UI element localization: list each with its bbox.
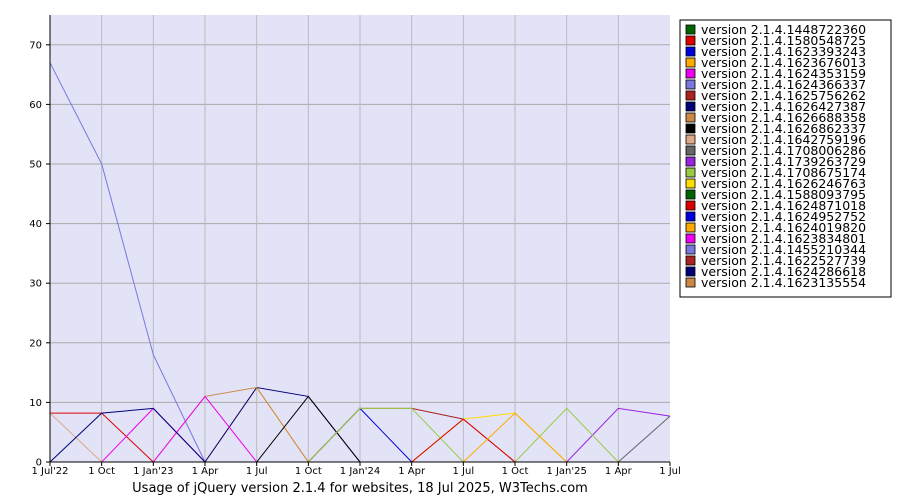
x-tick-label: 1 Apr [192, 466, 220, 477]
legend-swatch [685, 178, 696, 189]
x-tick-label: 1 Oct [502, 466, 529, 477]
legend-swatch [685, 123, 696, 134]
legend-swatch [685, 112, 696, 123]
x-tick-labels: 1 Jul'22 1 Oct 1 Jan'23 1 Apr 1 Jul 1 Oct 1 Ja… [31, 462, 681, 477]
x-tick-label: 1 Apr [398, 466, 426, 477]
legend-swatch [685, 35, 696, 46]
x-tick-label: 1 Jan'24 [340, 466, 380, 477]
x-tick-label: 1 Apr [605, 466, 633, 477]
legend-swatch [685, 24, 696, 35]
legend-swatch [685, 68, 696, 79]
legend-label: version 2.1.4.1623135554 [701, 275, 866, 290]
legend-swatch [685, 90, 696, 101]
legend-swatch [685, 79, 696, 90]
y-tick-labels: 010203040506070 [29, 40, 50, 469]
legend-swatch [685, 233, 696, 244]
x-tick-label: 1 Jan'25 [546, 466, 586, 477]
legend-swatch [685, 167, 696, 178]
legend-swatch [685, 134, 696, 145]
legend-swatch [685, 222, 696, 233]
x-tick-label: 1 Jul [453, 466, 475, 477]
y-tick-label: 50 [29, 160, 42, 171]
legend-swatch [685, 156, 696, 167]
x-tick-label: 1 Jul [246, 466, 268, 477]
y-tick-label: 60 [29, 100, 42, 111]
legend-swatch [685, 101, 696, 112]
x-tick-label: 1 Oct [88, 466, 115, 477]
y-tick-label: 20 [29, 338, 42, 349]
legend-swatch [685, 145, 696, 156]
chart-title: Usage of jQuery version 2.1.4 for websit… [132, 481, 588, 496]
legend-swatch [685, 200, 696, 211]
x-tick-label: 1 Oct [295, 466, 322, 477]
legend-swatch [685, 244, 696, 255]
legend-swatch [685, 255, 696, 266]
y-tick-label: 10 [29, 398, 42, 409]
y-tick-label: 70 [29, 40, 42, 51]
legend: version 2.1.4.1448722360version 2.1.4.15… [685, 22, 866, 290]
legend-swatch [685, 46, 696, 57]
legend-swatch [685, 189, 696, 200]
legend-swatch [685, 266, 696, 277]
chart: 010203040506070 1 Jul'22 1 Oct 1 Jan'23 1 A… [29, 15, 892, 496]
x-tick-label: 1 Jul [659, 466, 681, 477]
y-tick-label: 40 [29, 219, 42, 230]
x-tick-label: 1 Jan'23 [133, 466, 173, 477]
legend-item: version 2.1.4.1623135554 [685, 275, 866, 290]
legend-swatch [685, 211, 696, 222]
legend-swatch [685, 57, 696, 68]
y-tick-label: 30 [29, 279, 42, 290]
x-tick-label: 1 Jul'22 [31, 466, 68, 477]
legend-swatch [685, 277, 696, 288]
